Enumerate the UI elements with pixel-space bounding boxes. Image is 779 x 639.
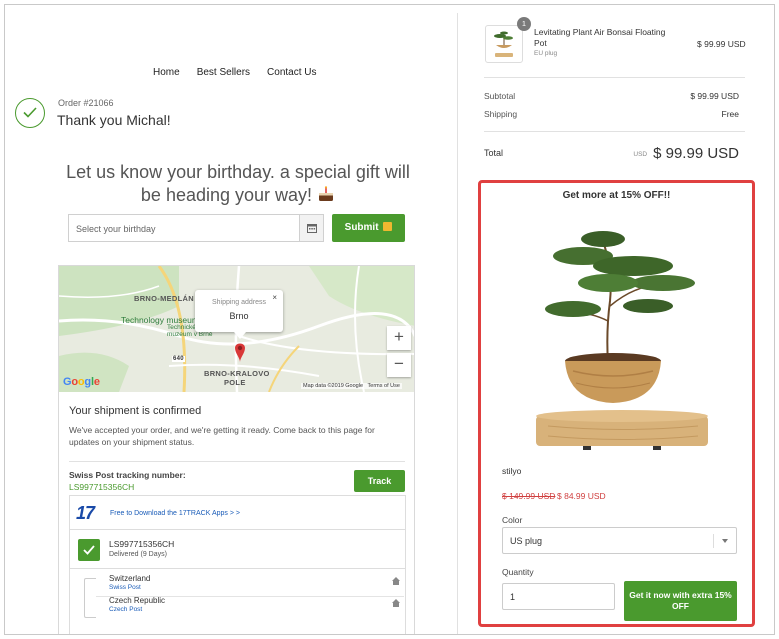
home-icon <box>392 599 400 607</box>
route-destination-carrier: Czech Post <box>109 606 143 613</box>
status-tracking-number: LS997715356CH <box>109 539 175 549</box>
product-name: Levitating Plant Air Bonsai Floating Pot <box>534 27 666 48</box>
total-value: $ 99.99 USD <box>653 145 739 162</box>
upsell-offer: Get more at 15% OFF!! stilyo $ 149.99 US… <box>478 180 755 627</box>
shipping-address-popup: × Shipping address Brno <box>195 290 283 332</box>
subtotal-value: $ 99.99 USD <box>690 91 739 101</box>
tracking-label: Swiss Post tracking number: <box>69 470 186 480</box>
quantity-input[interactable]: 1 <box>502 583 615 610</box>
divider <box>484 77 745 78</box>
shipping-label: Shipping <box>484 109 518 119</box>
thank-you-heading: Thank you Michal! <box>57 112 171 128</box>
shipping-value: Free <box>721 109 739 119</box>
17track-logo: 17 <box>76 503 95 523</box>
bonsai-thumbnail-icon <box>494 31 513 57</box>
map-terms-link[interactable]: Terms of Use <box>368 383 400 389</box>
popup-value: Brno <box>229 311 249 321</box>
zoom-out-button[interactable]: − <box>387 353 411 377</box>
product-thumbnail <box>485 25 523 63</box>
map-poi-museum-cz: Technické <box>167 324 196 331</box>
upsell-product-image <box>498 211 743 455</box>
map-attribution: Map data ©2019 Google Terms of Use <box>301 383 402 389</box>
map-label-pole: POLE <box>224 378 246 387</box>
shipment-description: We've accepted your order, and we're get… <box>69 425 375 447</box>
delivered-check-icon <box>78 539 100 561</box>
map-label-kralovo: BRNO-KRALOVO <box>204 369 270 378</box>
subtotal-label: Subtotal <box>484 91 516 101</box>
column-divider <box>457 13 458 634</box>
map-road-number: 640 <box>172 356 185 362</box>
submit-label: Submit <box>344 222 379 233</box>
select-separator <box>713 534 714 548</box>
tracking-widget-header: 17 Free to Download the 17TRACK Apps > > <box>70 496 405 530</box>
tracking-widget: 17 Free to Download the 17TRACK Apps > >… <box>69 495 406 634</box>
shipment-card: BRNO-MEDLÁN BRNO-KRALOVO POLE Technology… <box>58 265 415 634</box>
popup-close-icon[interactable]: × <box>272 293 277 302</box>
divider <box>484 131 745 132</box>
upsell-old-price: $ 149.99 USD <box>502 491 556 501</box>
popup-label: Shipping address <box>211 299 267 306</box>
order-check-icon <box>15 98 45 128</box>
nav-contact-us[interactable]: Contact Us <box>267 67 316 78</box>
zoom-in-button[interactable]: + <box>387 326 411 350</box>
status-delivered: Delivered (9 Days) <box>109 551 167 558</box>
map-poi-museum-cz-2: muzeum v Brně <box>167 331 213 338</box>
birthday-input[interactable]: Select your birthday <box>68 214 300 242</box>
birthday-headline: Let us know your birthday. a special gif… <box>60 161 416 207</box>
upsell-brand: stilyo <box>502 466 522 476</box>
top-nav: Home Best Sellers Contact Us <box>153 67 317 78</box>
upsell-title: Get more at 15% OFF!! <box>562 190 671 201</box>
quantity-label: Quantity <box>502 567 534 577</box>
total-value-group: USD $ 99.99 USD <box>633 145 739 162</box>
divider <box>69 461 405 462</box>
home-icon <box>392 577 400 585</box>
route-destination-country: Czech Republic <box>109 596 166 605</box>
google-logo: Google <box>63 376 100 388</box>
total-label: Total <box>484 148 504 158</box>
tracking-status-row: LS997715356CH Delivered (9 Days) <box>70 530 405 569</box>
nav-home[interactable]: Home <box>153 67 180 78</box>
order-number: Order #21066 <box>58 98 114 108</box>
color-select[interactable]: US plug <box>502 527 737 554</box>
cake-icon <box>317 185 335 203</box>
birthday-headline-text: Let us know your birthday. a special gif… <box>66 162 410 205</box>
tracking-number[interactable]: LS997715356CH <box>69 482 134 492</box>
page-frame: Home Best Sellers Contact Us Order #2106… <box>4 4 775 635</box>
map-label-medlanky: BRNO-MEDLÁN <box>134 294 194 303</box>
upsell-new-price: $ 84.99 USD <box>557 491 606 501</box>
levitating-bonsai-image <box>498 211 743 455</box>
product-price: $ 99.99 USD <box>697 39 746 49</box>
calendar-icon[interactable] <box>299 214 324 242</box>
route-origin-country: Switzerland <box>109 574 151 583</box>
chevron-down-icon <box>722 539 728 543</box>
birthday-submit-button[interactable]: Submit <box>332 214 405 242</box>
map-data-text: Map data ©2019 Google <box>303 383 364 389</box>
quantity-badge: 1 <box>517 17 531 31</box>
upsell-add-button[interactable]: Get it now with extra 15% OFF <box>624 581 737 621</box>
nav-best-sellers[interactable]: Best Sellers <box>197 67 250 78</box>
color-label: Color <box>502 515 523 525</box>
product-variant: EU plug <box>534 50 558 57</box>
17track-app-link[interactable]: Free to Download the 17TRACK Apps > > <box>110 510 240 517</box>
shipment-title: Your shipment is confirmed <box>69 405 202 417</box>
track-button[interactable]: Track <box>354 470 405 492</box>
popup-tail <box>234 332 246 339</box>
color-select-value: US plug <box>510 536 543 546</box>
route-origin-carrier: Swiss Post <box>109 584 141 591</box>
shipping-map[interactable]: BRNO-MEDLÁN BRNO-KRALOVO POLE Technology… <box>59 266 414 392</box>
route-line <box>84 578 96 618</box>
total-currency: USD <box>633 151 648 158</box>
gift-icon <box>383 222 393 231</box>
